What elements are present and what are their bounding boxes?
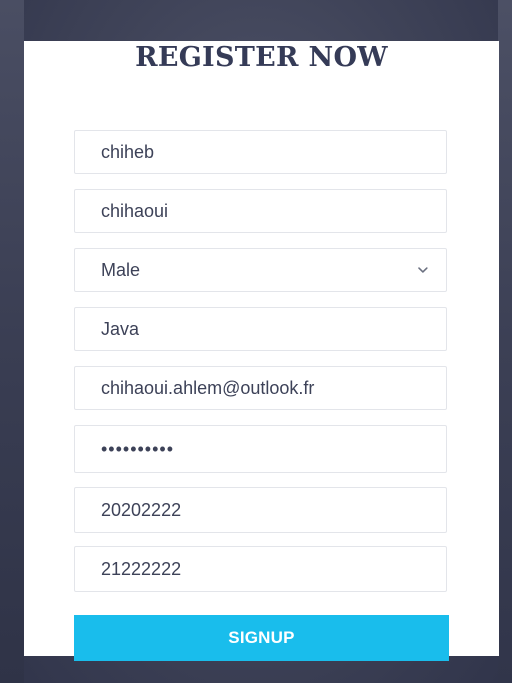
password-field[interactable]: ••••••••••	[74, 425, 447, 473]
phone-field-1[interactable]	[74, 487, 447, 533]
gender-selected-value: Male	[101, 259, 141, 280]
phone-input-2[interactable]	[101, 558, 421, 580]
signup-button[interactable]: SIGNUP	[74, 615, 449, 661]
last-name-input[interactable]	[101, 200, 421, 222]
register-card: REGISTER NOW Male ••••••••••	[24, 41, 499, 656]
phone-input-1[interactable]	[101, 499, 421, 521]
first-name-field[interactable]	[74, 130, 447, 174]
language-input[interactable]	[101, 318, 421, 340]
background-left	[0, 0, 24, 683]
chevron-down-icon	[418, 267, 428, 273]
gender-select[interactable]: Male	[74, 248, 447, 292]
email-input[interactable]	[101, 377, 421, 399]
language-field[interactable]	[74, 307, 447, 351]
first-name-input[interactable]	[101, 141, 421, 163]
email-field[interactable]	[74, 366, 447, 410]
form-title: REGISTER NOW	[135, 42, 388, 73]
phone-field-2[interactable]	[74, 546, 447, 592]
background-right	[498, 0, 512, 683]
last-name-field[interactable]	[74, 189, 447, 233]
password-input[interactable]: ••••••••••	[101, 439, 174, 460]
